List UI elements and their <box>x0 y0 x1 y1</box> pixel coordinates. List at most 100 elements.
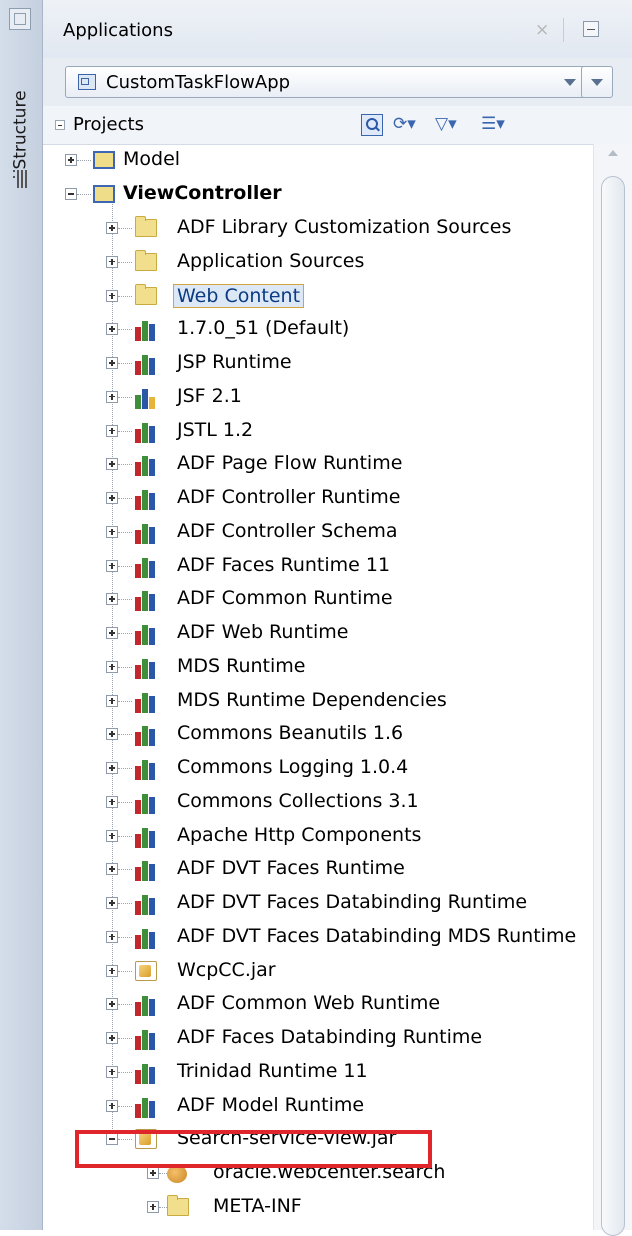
dock-window-icon[interactable] <box>9 8 31 30</box>
expand-node-icon[interactable] <box>106 458 118 471</box>
expand-node-icon[interactable] <box>106 897 118 909</box>
library-icon <box>135 589 157 612</box>
expand-node-icon[interactable] <box>106 1032 118 1044</box>
tree-item[interactable]: ADF Faces Databinding Runtime <box>177 1026 482 1048</box>
tree-connector <box>118 936 132 938</box>
expand-node-icon[interactable] <box>106 424 118 437</box>
tree-item[interactable]: META-INF <box>213 1195 302 1217</box>
tree-item[interactable]: Trinidad Runtime 11 <box>177 1060 368 1082</box>
collapse-viewcontroller-icon[interactable] <box>65 188 77 200</box>
tree-connector <box>118 565 132 567</box>
tree-connector <box>118 666 132 668</box>
project-icon <box>93 151 115 169</box>
tree-connector <box>118 1071 132 1073</box>
tree-item[interactable]: Application Sources <box>177 250 364 272</box>
expand-node-icon[interactable] <box>106 964 118 977</box>
expand-node-icon[interactable] <box>147 1200 159 1213</box>
tree-item[interactable]: ADF DVT Faces Databinding Runtime <box>177 891 527 913</box>
expand-node-icon[interactable] <box>106 829 118 842</box>
application-select-value: CustomTaskFlowApp <box>106 72 291 93</box>
tree-item[interactable]: Apache Http Components <box>177 824 421 846</box>
tree-item[interactable]: Commons Collections 3.1 <box>177 790 419 812</box>
tree-item[interactable]: 1.7.0_51 (Default) <box>177 317 349 339</box>
folder-icon <box>167 1194 189 1216</box>
tree-item-viewcontroller[interactable]: ViewController <box>123 182 282 204</box>
expand-model-icon[interactable] <box>65 154 77 166</box>
tree-item[interactable]: ADF Controller Runtime <box>177 486 400 508</box>
folder-icon <box>135 249 157 271</box>
tree-item[interactable]: ADF Controller Schema <box>177 520 398 542</box>
application-select[interactable]: CustomTaskFlowApp <box>65 66 591 98</box>
sync-icon[interactable]: ⟳▾ <box>393 114 427 136</box>
library-icon <box>135 1062 157 1084</box>
tree-item[interactable]: Commons Logging 1.0.4 <box>177 756 408 778</box>
tree-item[interactable]: WcpCC.jar <box>177 959 276 981</box>
tree-item[interactable]: ADF Page Flow Runtime <box>177 452 402 474</box>
expand-node-icon[interactable] <box>106 1065 118 1078</box>
expand-node-icon[interactable] <box>106 289 118 302</box>
tree-item[interactable]: ADF Faces Runtime 11 <box>177 554 390 576</box>
projects-label[interactable]: Projects <box>73 114 144 135</box>
expand-node-icon[interactable] <box>106 255 118 268</box>
library-icon <box>135 893 157 915</box>
tree-item[interactable]: JSF 2.1 <box>177 385 242 407</box>
filter-icon[interactable]: ▽▾ <box>435 114 471 136</box>
library-icon <box>135 353 157 375</box>
minimize-icon[interactable] <box>583 21 599 37</box>
tree-item[interactable]: MDS Runtime Dependencies <box>177 689 447 711</box>
highlight-box <box>75 1130 432 1168</box>
library-icon <box>135 792 157 814</box>
expand-node-icon[interactable] <box>106 660 118 673</box>
expand-node-icon[interactable] <box>106 863 118 876</box>
library-icon <box>135 1096 157 1118</box>
expand-node-icon[interactable] <box>106 1099 118 1112</box>
search-icon[interactable] <box>361 114 383 136</box>
tree-item-model[interactable]: Model <box>123 148 180 170</box>
expand-node-icon[interactable] <box>106 627 118 639</box>
tree-item[interactable]: MDS Runtime <box>177 655 305 677</box>
application-selector-row: CustomTaskFlowApp <box>43 58 632 106</box>
tree-item[interactable]: Commons Beanutils 1.6 <box>177 722 403 744</box>
tree-item[interactable]: ADF Common Web Runtime <box>177 992 440 1014</box>
tree-connector <box>118 700 132 702</box>
project-tree: Model ViewController ADF Library Customi… <box>43 144 588 1230</box>
tree-item[interactable]: ADF Library Customization Sources <box>177 216 511 238</box>
expand-node-icon[interactable] <box>147 1167 159 1179</box>
expand-node-icon[interactable] <box>106 728 118 741</box>
library-icon <box>135 454 157 477</box>
expand-node-icon[interactable] <box>106 593 118 606</box>
tree-options-icon[interactable]: ☰▾ <box>481 114 521 136</box>
tree-connector <box>118 228 132 229</box>
tree-item[interactable]: JSP Runtime <box>177 351 292 373</box>
expand-node-icon[interactable] <box>106 357 118 369</box>
expand-node-icon[interactable] <box>106 795 118 808</box>
structure-tab-label: Structure <box>11 90 31 170</box>
tree-connector <box>118 295 132 297</box>
tree-item[interactable]: JSTL 1.2 <box>177 419 253 441</box>
tree-item[interactable]: ADF DVT Faces Databinding MDS Runtime <box>177 925 576 947</box>
tree-item[interactable]: ADF Common Runtime <box>177 587 393 609</box>
tree-item[interactable]: Web Content <box>173 283 305 308</box>
expand-node-icon[interactable] <box>106 762 118 774</box>
expand-node-icon[interactable] <box>106 998 118 1011</box>
tree-item[interactable]: ADF DVT Faces Runtime <box>177 857 405 879</box>
expand-node-icon[interactable] <box>106 559 118 572</box>
collapse-projects-icon[interactable] <box>55 120 65 130</box>
expand-node-icon[interactable] <box>106 930 118 943</box>
expand-node-icon[interactable] <box>106 525 118 538</box>
tree-connector <box>118 869 132 871</box>
expand-node-icon[interactable] <box>106 222 118 234</box>
scroll-up-icon[interactable] <box>608 150 618 156</box>
expand-node-icon[interactable] <box>106 323 118 336</box>
expand-node-icon[interactable] <box>106 694 118 707</box>
tree-connector <box>118 970 132 972</box>
expand-node-icon[interactable] <box>106 492 118 504</box>
folder-icon <box>135 216 157 237</box>
scroll-thumb[interactable] <box>601 176 625 1236</box>
tree-item[interactable]: ADF Web Runtime <box>177 621 348 643</box>
vertical-scrollbar[interactable] <box>593 144 632 1236</box>
tree-item[interactable]: ADF Model Runtime <box>177 1094 364 1116</box>
expand-node-icon[interactable] <box>106 390 118 403</box>
close-icon[interactable]: × <box>535 20 549 40</box>
application-menu-button[interactable] <box>581 66 613 98</box>
